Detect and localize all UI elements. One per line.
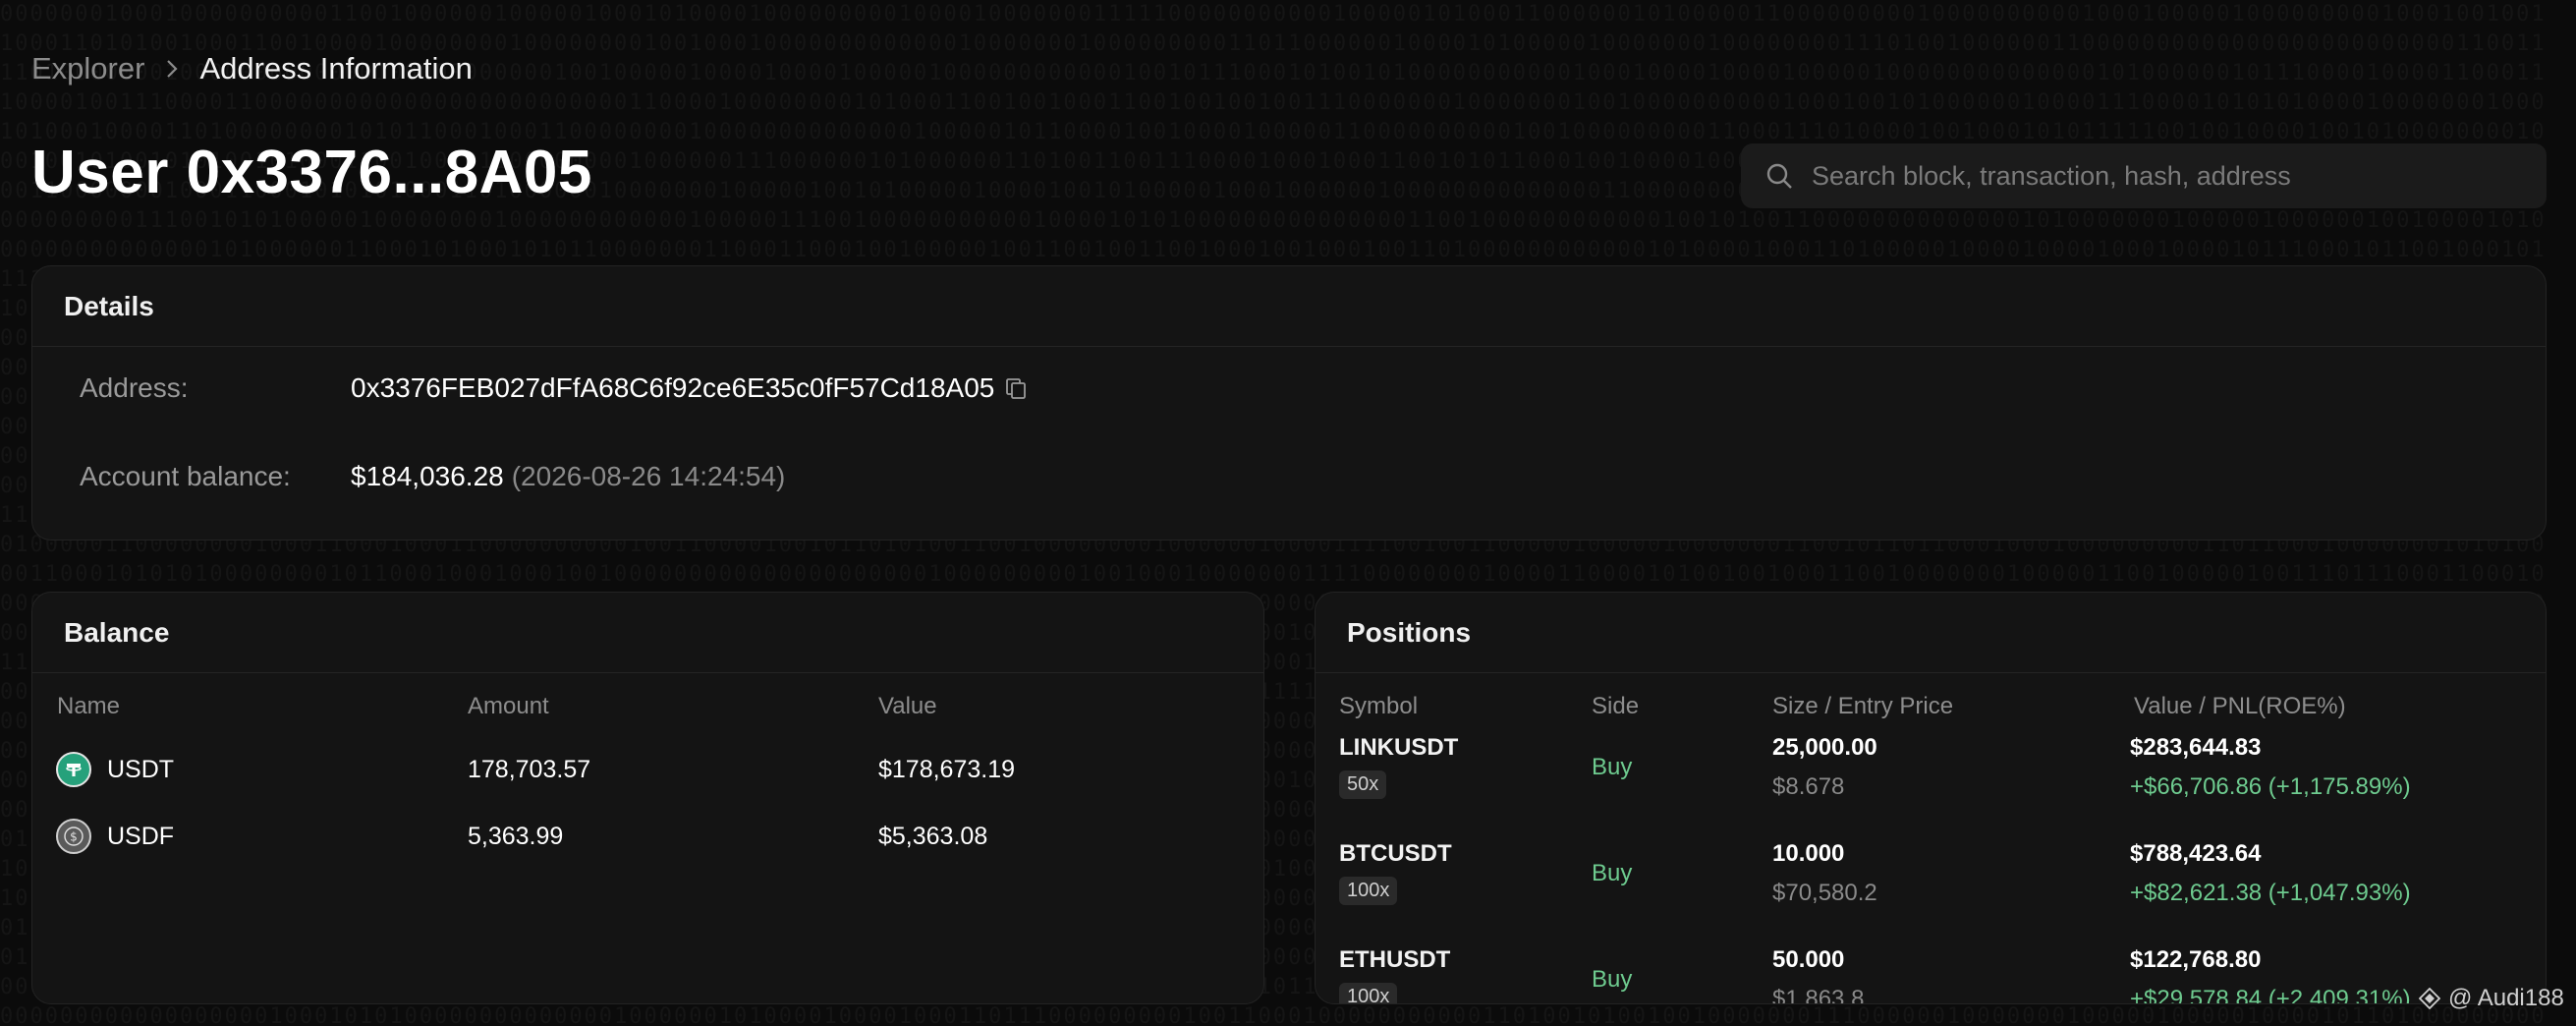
watermark-text: @ Audi188 <box>2448 985 2564 1011</box>
column-header-side: Side <box>1592 693 1640 719</box>
copy-icon[interactable] <box>1004 375 1030 401</box>
leverage-badge: 100x <box>1339 877 1398 905</box>
address-row: Address: 0x3376FEB027dFfA68C6f92ce6E35c0… <box>80 372 1030 404</box>
positions-card: Positions Symbol Side Size / Entry Price… <box>1315 592 2547 1004</box>
position-symbol: LINKUSDT <box>1339 734 1459 761</box>
page-title: User 0x3376...8A05 <box>31 139 592 206</box>
position-pnl: +$82,621.38 (+1,047.93%) <box>2130 880 2411 906</box>
position-pnl: +$66,706.86 (+1,175.89%) <box>2130 773 2411 800</box>
svg-text:$: $ <box>70 830 78 844</box>
position-side: Buy <box>1592 966 1633 993</box>
account-balance-label: Account balance: <box>80 461 291 491</box>
search-bar[interactable] <box>1741 143 2547 208</box>
position-size: 25,000.00 <box>1772 734 1877 761</box>
address-value[interactable]: 0x3376FEB027dFfA68C6f92ce6E35c0fF57Cd18A… <box>351 372 994 404</box>
column-header-value: Value <box>878 693 937 719</box>
breadcrumb: Explorer Address Information <box>31 49 473 88</box>
details-header: Details <box>32 266 2546 347</box>
tether-icon <box>56 752 91 787</box>
position-side: Buy <box>1592 754 1633 780</box>
account-balance-timestamp: (2026-08-26 14:24:54) <box>511 461 786 491</box>
column-header-symbol: Symbol <box>1339 693 1419 719</box>
token-amount: 5,363.99 <box>468 823 564 850</box>
position-symbol: ETHUSDT <box>1339 946 1451 973</box>
position-value: $122,768.80 <box>2130 946 2262 973</box>
token-name: USDF <box>107 823 175 850</box>
position-pnl: +$29,578.84 (+2,409.31%) <box>2130 986 2411 1004</box>
address-label: Address: <box>80 372 189 403</box>
leverage-badge: 100x <box>1339 983 1398 1003</box>
breadcrumb-current: Address Information <box>199 51 473 86</box>
token-amount: 178,703.57 <box>468 756 591 783</box>
breadcrumb-explorer-link[interactable]: Explorer <box>31 51 144 86</box>
token-value: $5,363.08 <box>878 823 988 850</box>
balance-header: Balance <box>32 593 1263 673</box>
search-icon <box>1764 160 1796 192</box>
column-header-value-pnl: Value / PNL(ROE%) <box>2134 693 2346 719</box>
dollar-coin-icon: $ <box>56 819 91 854</box>
position-side: Buy <box>1592 860 1633 886</box>
position-value: $283,644.83 <box>2130 734 2262 761</box>
position-size: 50.000 <box>1772 946 1845 973</box>
position-value: $788,423.64 <box>2130 840 2262 867</box>
column-header-amount: Amount <box>468 693 549 719</box>
position-entry-price: $70,580.2 <box>1772 880 1877 906</box>
account-balance-value: $184,036.28 <box>351 461 504 491</box>
leverage-badge: 50x <box>1339 770 1387 799</box>
search-input[interactable] <box>1810 159 2521 193</box>
diamond-logo-icon <box>2419 987 2442 1010</box>
token-name: USDT <box>107 756 175 783</box>
balance-card: Balance Name Amount Value USDT 178,703.5… <box>31 592 1264 1004</box>
token-value: $178,673.19 <box>878 756 1016 783</box>
chevron-right-icon <box>152 49 192 88</box>
column-header-size-entry: Size / Entry Price <box>1772 693 1954 719</box>
details-card: Details Address: 0x3376FEB027dFfA68C6f92… <box>31 265 2547 541</box>
account-balance-row: Account balance: $184,036.28 (2026-08-26… <box>80 461 785 492</box>
positions-header: Positions <box>1316 593 2546 673</box>
position-symbol: BTCUSDT <box>1339 840 1452 867</box>
column-header-name: Name <box>57 693 121 719</box>
position-entry-price: $1,863.8 <box>1772 986 1865 1004</box>
position-entry-price: $8.678 <box>1772 773 1845 800</box>
position-size: 10.000 <box>1772 840 1845 867</box>
watermark: @ Audi188 <box>2419 985 2564 1012</box>
explorer-page: Explorer Address Information User 0x3376… <box>0 0 2576 1026</box>
